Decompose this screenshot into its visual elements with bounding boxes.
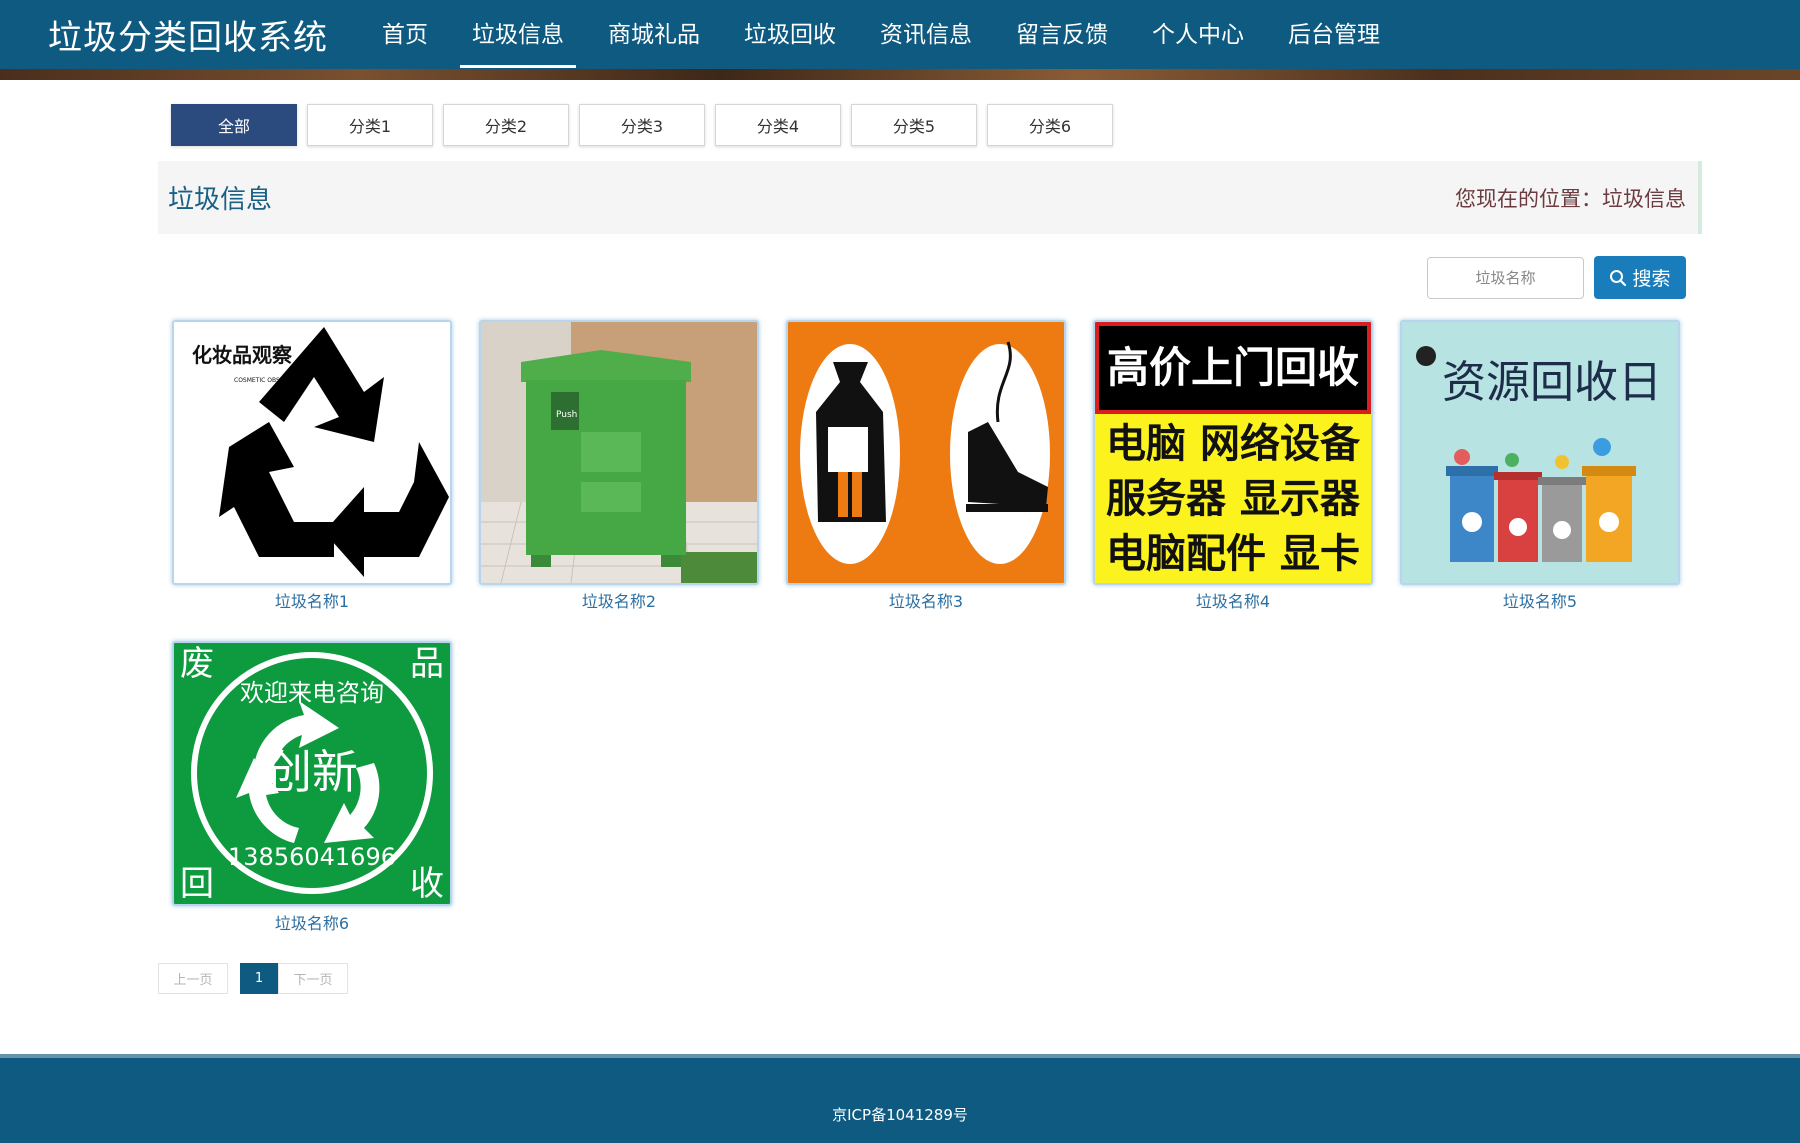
card5-title: 资源回收日: [1442, 357, 1662, 408]
item-image-4: 高价上门回收 电脑 网络设备 服务器 显示器 电脑配件 显卡: [1095, 322, 1371, 583]
search-input[interactable]: [1427, 257, 1584, 299]
item-card-3[interactable]: [786, 320, 1066, 585]
item-card-6[interactable]: 废 品 回 收 欢迎来电咨询 创新 13856041696: [172, 641, 452, 906]
card4-line4: 电脑配件 显卡: [1106, 531, 1360, 577]
title-bar: 垃圾信息 您现在的位置：垃圾信息: [158, 161, 1702, 234]
nav-profile[interactable]: 个人中心: [1130, 0, 1266, 69]
item-name-6[interactable]: 垃圾名称6: [172, 910, 452, 934]
card1-brand-text: 化妆品观察: [192, 343, 293, 367]
item-card-2[interactable]: Push: [479, 320, 759, 585]
card6-corner-tl: 废: [180, 644, 214, 684]
card6-phone: 13856041696: [228, 843, 396, 871]
item-name-2[interactable]: 垃圾名称2: [479, 588, 759, 612]
icp-record: 京ICP备1041289号: [832, 1106, 968, 1124]
category-tabs: 全部 分类1 分类2 分类3 分类4 分类5 分类6: [171, 104, 1113, 146]
breadcrumb: 您现在的位置：垃圾信息: [1455, 187, 1686, 211]
page-1-button[interactable]: 1: [240, 963, 278, 994]
card6-corner-br: 收: [410, 864, 444, 904]
card6-arc-text: 欢迎来电咨询: [240, 679, 384, 707]
item-card-4[interactable]: 高价上门回收 电脑 网络设备 服务器 显示器 电脑配件 显卡: [1093, 320, 1373, 585]
item-name-4[interactable]: 垃圾名称4: [1093, 588, 1373, 612]
header: 垃圾分类回收系统 首页 垃圾信息 商城礼品 垃圾回收 资讯信息 留言反馈 个人中…: [0, 0, 1800, 80]
card4-headline: 高价上门回收: [1107, 343, 1359, 392]
card4-line2: 电脑 网络设备: [1106, 421, 1361, 467]
category-6[interactable]: 分类6: [987, 104, 1113, 146]
category-all[interactable]: 全部: [171, 104, 297, 146]
item-image-2: Push: [481, 322, 757, 583]
item-image-1: 化妆品观察 COSMETIC OBSERVER: [174, 322, 450, 583]
site-brand[interactable]: 垃圾分类回收系统: [48, 10, 328, 59]
category-4[interactable]: 分类4: [715, 104, 841, 146]
nav-admin[interactable]: 后台管理: [1266, 0, 1402, 69]
nav-feedback[interactable]: 留言反馈: [994, 0, 1130, 69]
next-page-button[interactable]: 下一页: [278, 963, 348, 994]
nav-home[interactable]: 首页: [360, 0, 450, 69]
card6-corner-tr: 品: [410, 644, 444, 684]
category-2[interactable]: 分类2: [443, 104, 569, 146]
nav-garbage-recycle[interactable]: 垃圾回收: [722, 0, 858, 69]
search-button-label: 搜索: [1632, 268, 1671, 290]
item-name-1[interactable]: 垃圾名称1: [172, 588, 452, 612]
pagination: 上一页 1 下一页: [158, 963, 348, 994]
card4-line3: 服务器 显示器: [1106, 476, 1361, 522]
category-1[interactable]: 分类1: [307, 104, 433, 146]
item-card-5[interactable]: 资源回收日: [1400, 320, 1680, 585]
nav-garbage-info[interactable]: 垃圾信息: [450, 0, 586, 69]
item-image-6: 废 品 回 收 欢迎来电咨询 创新 13856041696: [174, 643, 450, 904]
item-name-5[interactable]: 垃圾名称5: [1400, 588, 1680, 612]
nav-news[interactable]: 资讯信息: [858, 0, 994, 69]
card6-corner-bl: 回: [180, 864, 214, 904]
item-image-3: [788, 322, 1064, 583]
card6-center-text: 创新: [266, 745, 358, 799]
category-5[interactable]: 分类5: [851, 104, 977, 146]
page-title: 垃圾信息: [168, 185, 273, 215]
nav-mall-gifts[interactable]: 商城礼品: [586, 0, 722, 69]
header-wood-strip: [0, 69, 1800, 80]
card2-bin-label: Push: [556, 410, 577, 420]
footer: 京ICP备1041289号: [0, 1054, 1800, 1143]
item-card-1[interactable]: 化妆品观察 COSMETIC OBSERVER: [172, 320, 452, 585]
main-nav: 首页 垃圾信息 商城礼品 垃圾回收 资讯信息 留言反馈 个人中心 后台管理: [360, 0, 1402, 69]
item-image-5: 资源回收日: [1402, 322, 1678, 583]
search-icon: [1610, 269, 1627, 286]
category-3[interactable]: 分类3: [579, 104, 705, 146]
item-name-3[interactable]: 垃圾名称3: [786, 588, 1066, 612]
prev-page-button[interactable]: 上一页: [158, 963, 228, 994]
search-button[interactable]: 搜索: [1594, 256, 1686, 299]
